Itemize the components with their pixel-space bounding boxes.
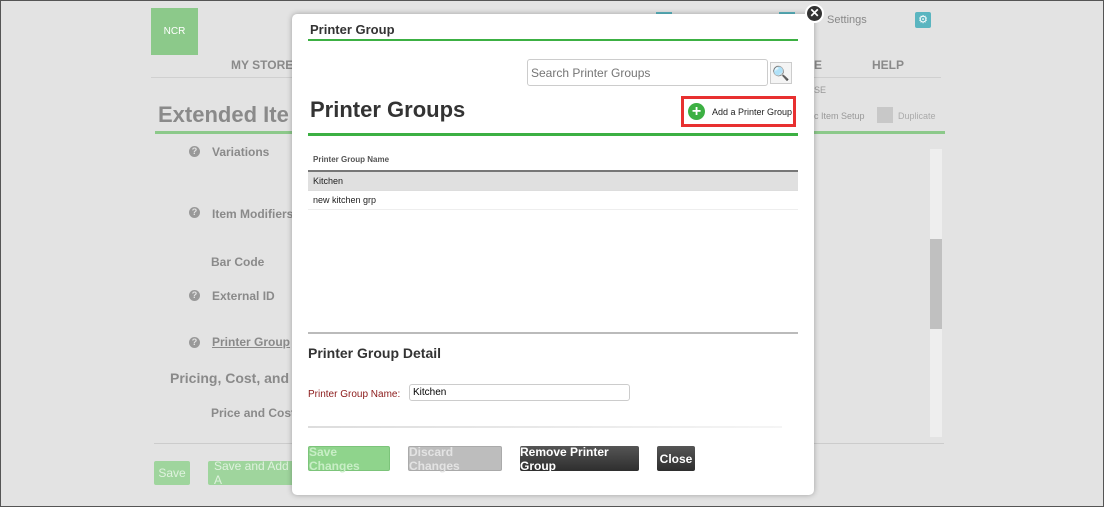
field-bar-code: Bar Code (211, 255, 265, 269)
remove-printer-group-button[interactable]: Remove Printer Group (520, 445, 639, 473)
help-icon[interactable]: ? (189, 290, 200, 301)
basic-item-setup-link[interactable]: c Item Setup (814, 111, 865, 121)
duplicate-link[interactable]: Duplicate (898, 111, 936, 121)
add-label: Add a Printer Group (712, 106, 793, 117)
table-row[interactable]: new kitchen grp (308, 191, 798, 210)
field-variations: Variations (212, 145, 270, 159)
save-changes-button[interactable]: Save Changes (308, 445, 390, 473)
help-icon[interactable]: ? (189, 337, 200, 348)
gear-icon[interactable]: ⚙ (915, 12, 931, 28)
search-input[interactable] (527, 59, 768, 86)
scrollbar[interactable] (930, 149, 942, 437)
save-button[interactable]: Save (154, 461, 190, 485)
section-heading: Pricing, Cost, and T (170, 370, 302, 386)
page-heading: Printer Groups (310, 97, 466, 122)
field-item-modifiers: Item Modifiers (212, 207, 294, 221)
search-icon[interactable]: 🔍 (770, 62, 792, 84)
name-label: Printer Group Name: (308, 389, 401, 400)
nav-partial[interactable]: E (814, 58, 822, 72)
nav-help[interactable]: HELP (872, 58, 904, 72)
field-price-and-cost: Price and Cost (211, 406, 296, 420)
divider (308, 332, 798, 334)
title-underline (308, 39, 798, 41)
modal-title: Printer Group (310, 22, 395, 37)
plus-icon: + (688, 103, 705, 120)
nav-sub: SE (814, 85, 827, 95)
heading-underline (308, 133, 798, 136)
duplicate-icon[interactable] (877, 107, 893, 123)
help-icon[interactable]: ? (189, 146, 200, 157)
field-external-id: External ID (212, 289, 275, 303)
add-printer-group-button[interactable]: + Add a Printer Group (681, 96, 796, 127)
ncr-logo: NCR (151, 8, 198, 55)
detail-heading: Printer Group Detail (308, 345, 442, 361)
settings-link[interactable]: Settings (827, 14, 867, 26)
close-button[interactable]: Close (657, 446, 695, 471)
nav-my-store[interactable]: MY STORE (231, 58, 293, 72)
printer-group-table: Printer Group Name Kitchen new kitchen g… (308, 153, 798, 210)
printer-group-modal: Printer Group 🔍 Printer Groups + Add a P… (292, 14, 814, 495)
close-icon[interactable]: ✕ (805, 4, 824, 23)
printer-group-link[interactable]: Printer Group (212, 335, 290, 349)
printer-group-name-input[interactable] (409, 384, 630, 401)
table-row[interactable]: Kitchen (308, 172, 798, 191)
save-and-add-button[interactable]: Save and Add A (208, 461, 298, 485)
column-header[interactable]: Printer Group Name (308, 153, 798, 172)
discard-changes-button[interactable]: Discard Changes (408, 445, 502, 473)
help-icon[interactable]: ? (189, 207, 200, 218)
divider (308, 426, 782, 428)
page-title: Extended Ite (158, 102, 289, 127)
